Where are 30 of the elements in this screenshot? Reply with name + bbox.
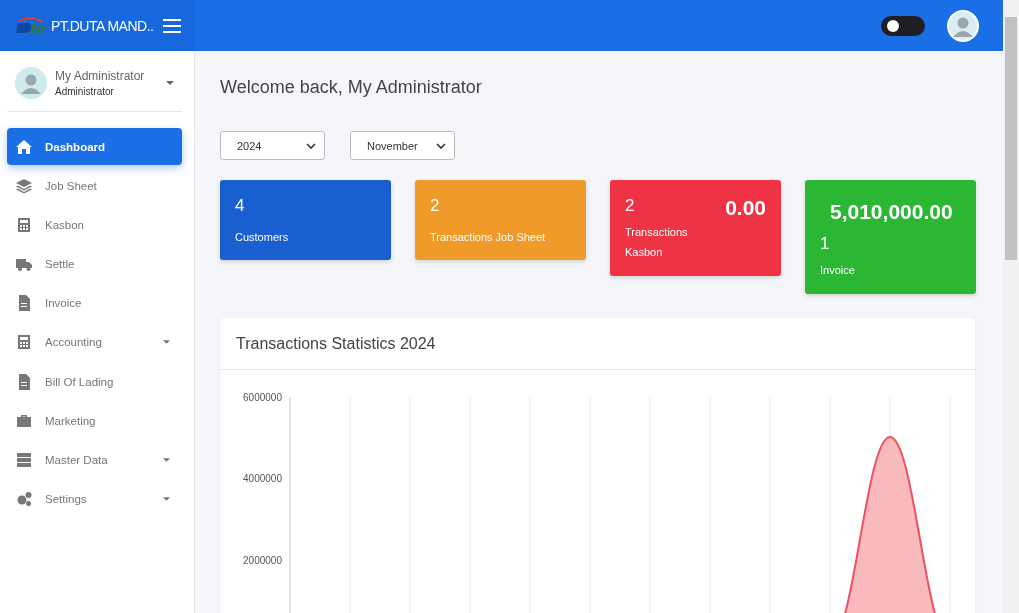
year-select[interactable]: 2024 [220, 131, 325, 160]
stat-label: Customers [235, 230, 290, 245]
nav-item[interactable]: Master Data [7, 441, 182, 479]
user-role: Administrator [55, 86, 115, 97]
nav-item[interactable]: Dashboard [7, 128, 182, 165]
chart-title: Transactions Statistics 2024 [236, 334, 436, 353]
stat-count: 1 [820, 234, 831, 254]
stat-amount: 0.00 [725, 196, 766, 220]
nav-item[interactable]: Settings [7, 480, 182, 518]
y-tick-label: 4000000 [243, 473, 282, 484]
stat-label: Invoice [820, 263, 856, 278]
stat-label: Transactions Job Sheet [430, 230, 547, 245]
y-tick-label: 2000000 [243, 554, 282, 566]
nav-item[interactable]: Invoice [7, 284, 182, 322]
nav-item[interactable]: Settle [7, 245, 182, 283]
stat-count: 2 [625, 196, 636, 216]
nav-item[interactable]: Accounting [7, 323, 182, 361]
brand-name: PT.DUTA MAND.. [51, 17, 155, 34]
y-tick-label: 6000000 [243, 391, 282, 403]
welcome-heading: Welcome back, My Administrator [220, 77, 483, 98]
user-name: My Administrator [55, 69, 146, 83]
nav-item[interactable]: Bill Of Lading [7, 363, 182, 401]
nav-item[interactable]: Marketing [7, 402, 182, 440]
stat-label: Transactions Kasbon [625, 225, 689, 260]
stat-amount: 5,010,000.00 [830, 200, 954, 224]
stat-count: 4 [235, 196, 246, 216]
month-select[interactable]: November [350, 131, 455, 160]
stat-count: 2 [430, 196, 441, 216]
nav-item[interactable]: Job Sheet [7, 167, 182, 205]
nav-item[interactable]: Kasbon [7, 206, 182, 244]
